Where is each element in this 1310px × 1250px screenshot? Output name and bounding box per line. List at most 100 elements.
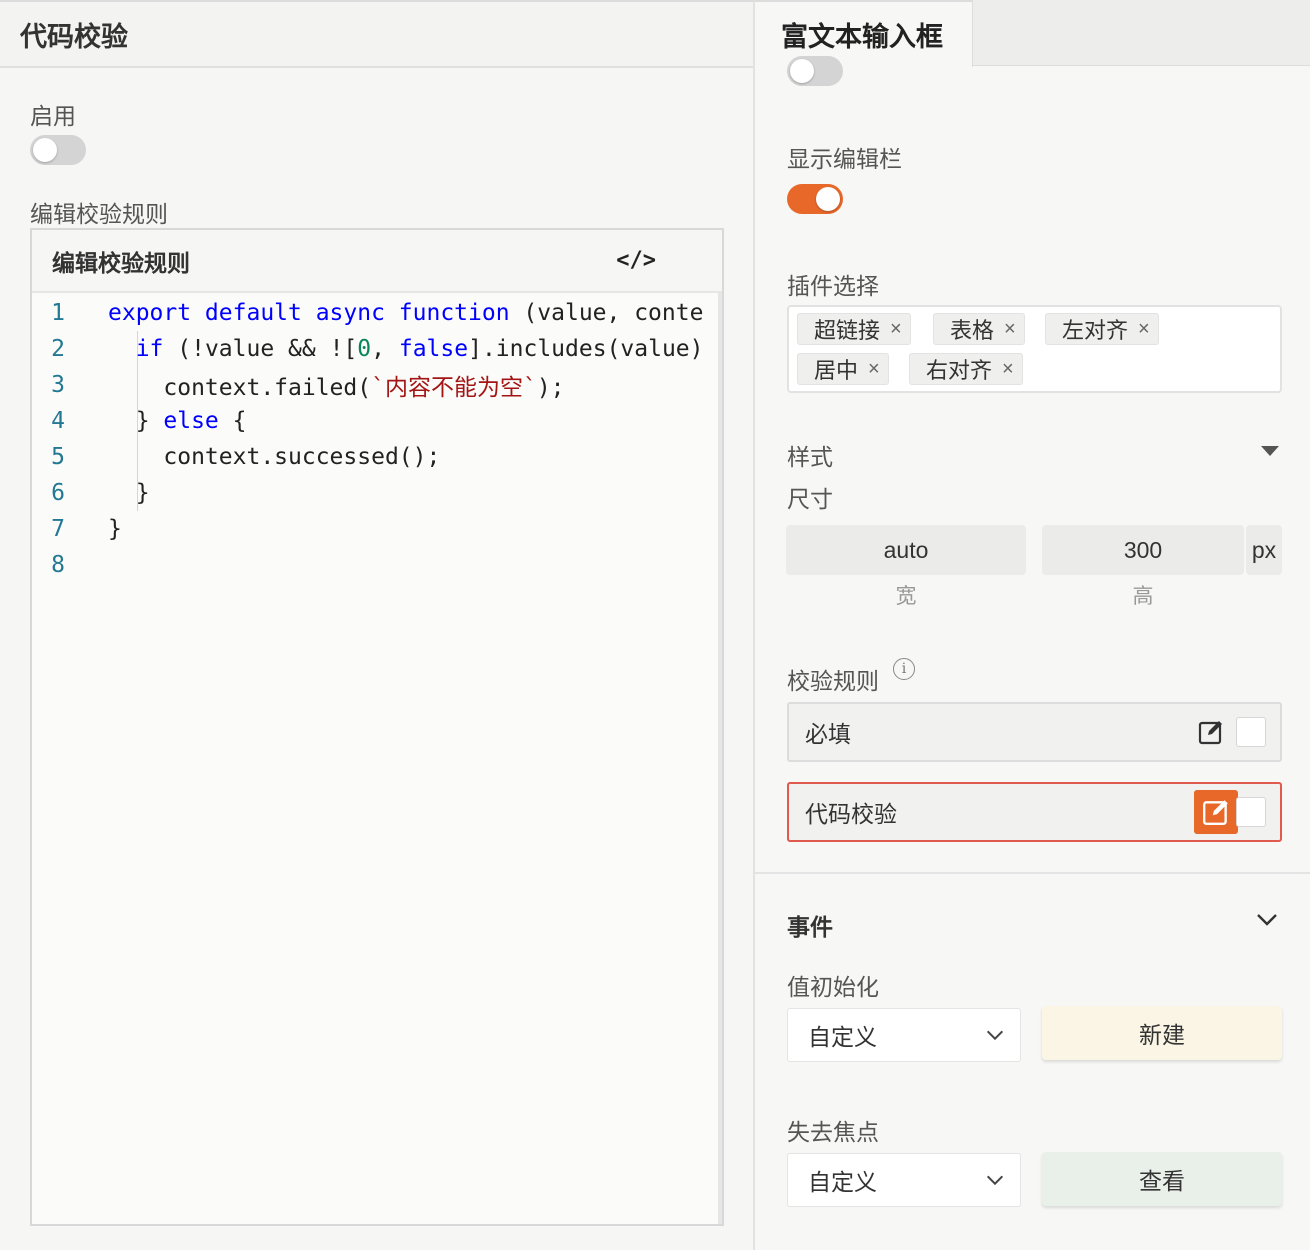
editor-header: 编辑校验规则 </> (32, 230, 722, 293)
line-number: 7 (51, 516, 65, 542)
close-icon[interactable]: × (890, 318, 902, 341)
rule-code-validation[interactable]: 代码校验 (787, 782, 1282, 842)
height-caption: 高 (1132, 585, 1154, 608)
code-token: context.successed(); (108, 444, 441, 470)
switch-knob (33, 138, 57, 162)
plugin-tag: 右对齐 × (909, 353, 1023, 385)
code-text: } (84, 516, 122, 542)
plugin-tag: 居中 × (797, 353, 889, 385)
code-text: } else { (84, 408, 247, 434)
code-area[interactable]: 1 export default async function (value, c… (32, 293, 722, 583)
edit-icon[interactable] (1194, 790, 1238, 834)
code-text: context.failed(`内容不能为空`); (84, 368, 565, 402)
code-editor: 编辑校验规则 </> 1 export default async functio… (30, 228, 724, 1226)
close-icon[interactable]: × (1002, 358, 1014, 381)
app-root: 代码校验 启用 编辑校验规则 编辑校验规则 </> 1 export defaul… (0, 0, 1310, 1250)
code-token: export default async function (108, 300, 510, 326)
chevron-down-icon (986, 1030, 1004, 1041)
code-token: , (371, 336, 399, 362)
line-number: 8 (51, 552, 65, 578)
plugin-tag: 超链接 × (797, 313, 911, 345)
style-label: 样式 (787, 444, 833, 470)
editor-scroll-edge (718, 293, 722, 1224)
line-number: 1 (51, 300, 65, 326)
width-caption: 宽 (895, 585, 917, 608)
editor-title: 编辑校验规则 (52, 249, 190, 276)
edit-icon[interactable] (1194, 715, 1228, 749)
switch-knob (816, 187, 840, 211)
enable-switch[interactable] (30, 135, 86, 165)
close-icon[interactable]: × (868, 358, 880, 381)
width-input[interactable]: auto (786, 525, 1026, 575)
enable-label: 启用 (30, 103, 76, 129)
height-input[interactable]: 300 (1042, 525, 1244, 575)
tag-label: 表格 (950, 318, 995, 343)
code-line: 3 context.failed(`内容不能为空`); (32, 367, 722, 403)
chevron-down-icon[interactable] (1255, 908, 1279, 937)
close-icon[interactable]: × (1004, 318, 1016, 341)
line-number: 5 (51, 444, 65, 470)
rule-checkbox[interactable] (1236, 797, 1266, 827)
code-token: } (108, 516, 122, 542)
blur-select[interactable]: 自定义 (787, 1153, 1021, 1207)
code-token: } (108, 480, 150, 506)
code-token: (!value && ![ (163, 336, 358, 362)
code-token: ); (536, 375, 565, 401)
show-toolbar-switch[interactable] (787, 184, 843, 214)
new-button[interactable]: 新建 (1042, 1006, 1282, 1060)
code-token: else (163, 408, 219, 434)
blur-label: 失去焦点 (787, 1119, 879, 1145)
rule-label: 编辑校验规则 (30, 201, 168, 227)
line-number: 2 (51, 336, 65, 362)
section-divider (755, 872, 1310, 874)
rule-label: 必填 (805, 721, 851, 747)
plugin-tag: 左对齐 × (1045, 313, 1159, 345)
code-line: 2 if (!value && ![0, false].includes(val… (32, 331, 722, 367)
tag-label: 右对齐 (926, 358, 993, 383)
code-token: (value, conte (509, 300, 704, 326)
code-validation-panel: 代码校验 启用 编辑校验规则 编辑校验规则 </> 1 export defaul… (0, 0, 755, 1250)
show-toolbar-label: 显示编辑栏 (787, 146, 902, 172)
panel-title: 代码校验 (0, 2, 753, 68)
select-value: 自定义 (808, 1169, 877, 1195)
rule-label: 代码校验 (805, 801, 897, 827)
code-line: 7} (32, 511, 722, 547)
chevron-down-icon (986, 1175, 1004, 1186)
unit-addon: px (1246, 525, 1282, 575)
code-text: if (!value && ![0, false].includes(value… (84, 336, 704, 362)
line-number: 3 (51, 372, 65, 398)
tab-overlay (755, 0, 1310, 67)
line-number: 6 (51, 480, 65, 506)
code-line: 6 } (32, 475, 722, 511)
code-token: false (398, 336, 469, 362)
code-icon[interactable]: </> (616, 248, 656, 273)
code-token: 0 (357, 336, 372, 362)
code-line: 5 context.successed(); (32, 439, 722, 475)
code-line: 8 (32, 547, 722, 583)
close-icon[interactable]: × (1138, 318, 1150, 341)
code-token: `内容不能为空` (371, 375, 537, 401)
init-label: 值初始化 (787, 974, 879, 1000)
rule-checkbox[interactable] (1236, 717, 1266, 747)
properties-panel: 富文本输入框 显示编辑栏 插件选择 超链接 × 表格 × 左对齐 × 居中 × … (755, 0, 1310, 1250)
code-token: } (108, 408, 164, 434)
code-token: ].includes(value) (468, 336, 704, 362)
rule-required[interactable]: 必填 (787, 702, 1282, 762)
code-line: 4 } else { (32, 403, 722, 439)
tag-label: 超链接 (814, 318, 881, 343)
code-text: } (84, 480, 150, 506)
validation-label: 校验规则 (787, 668, 879, 694)
caret-down-icon[interactable] (1261, 446, 1279, 456)
code-text: export default async function (value, co… (84, 300, 703, 326)
events-title: 事件 (787, 914, 833, 940)
init-select[interactable]: 自定义 (787, 1008, 1021, 1062)
code-text: context.successed(); (84, 444, 440, 470)
plugins-select[interactable]: 超链接 × 表格 × 左对齐 × 居中 × 右对齐 × (787, 305, 1282, 393)
plugins-label: 插件选择 (787, 273, 879, 299)
info-icon[interactable]: i (893, 658, 915, 680)
size-label: 尺寸 (787, 486, 833, 512)
view-button[interactable]: 查看 (1042, 1152, 1282, 1206)
line-number: 4 (51, 408, 65, 434)
code-token: if (135, 336, 164, 362)
